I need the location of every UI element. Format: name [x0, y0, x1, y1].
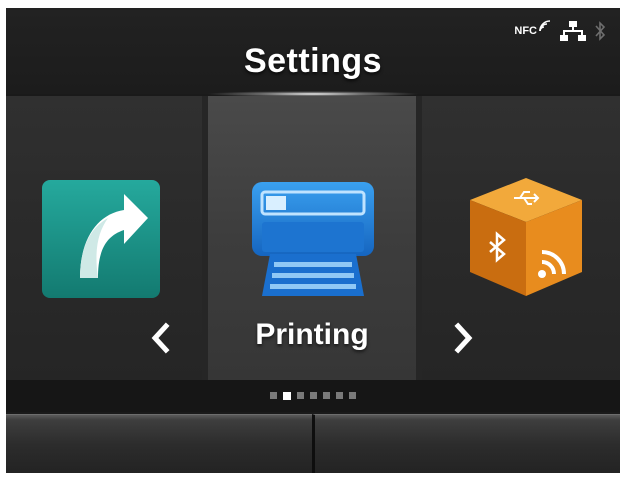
page-dot [349, 392, 356, 399]
softkey-bar [6, 414, 620, 473]
printer-icon [252, 182, 374, 296]
page-indicator-bar [6, 380, 620, 412]
menu-carousel: Printing [6, 96, 620, 380]
interface-cube-icon [470, 178, 582, 296]
printer-lcd-screen: Settings NFC Printing [6, 8, 620, 473]
bluetooth-icon [595, 21, 606, 41]
page-dot [297, 392, 304, 399]
chevron-right-icon[interactable] [450, 318, 478, 358]
nfc-icon: NFC [514, 20, 552, 37]
page-dot [270, 392, 277, 399]
page-dot [310, 392, 317, 399]
page-title: Settings [243, 42, 383, 80]
chevron-left-icon[interactable] [146, 318, 174, 358]
softkey-left[interactable] [6, 414, 312, 473]
page-indicator [6, 391, 620, 400]
page-dot [323, 392, 330, 399]
menu-item-previous[interactable] [6, 96, 202, 380]
shortcut-arrow-icon [42, 180, 160, 298]
menu-item-label: Printing [255, 318, 369, 351]
status-icons: NFC [514, 18, 606, 44]
page-dot-active [283, 391, 291, 400]
softkey-right[interactable] [311, 414, 620, 473]
nfc-label: NFC [514, 25, 537, 37]
network-icon [560, 21, 586, 41]
page-dot [336, 392, 343, 399]
header-bar: Settings NFC [6, 8, 620, 97]
menu-item-next[interactable] [422, 96, 620, 380]
menu-item-current[interactable]: Printing [208, 96, 416, 380]
